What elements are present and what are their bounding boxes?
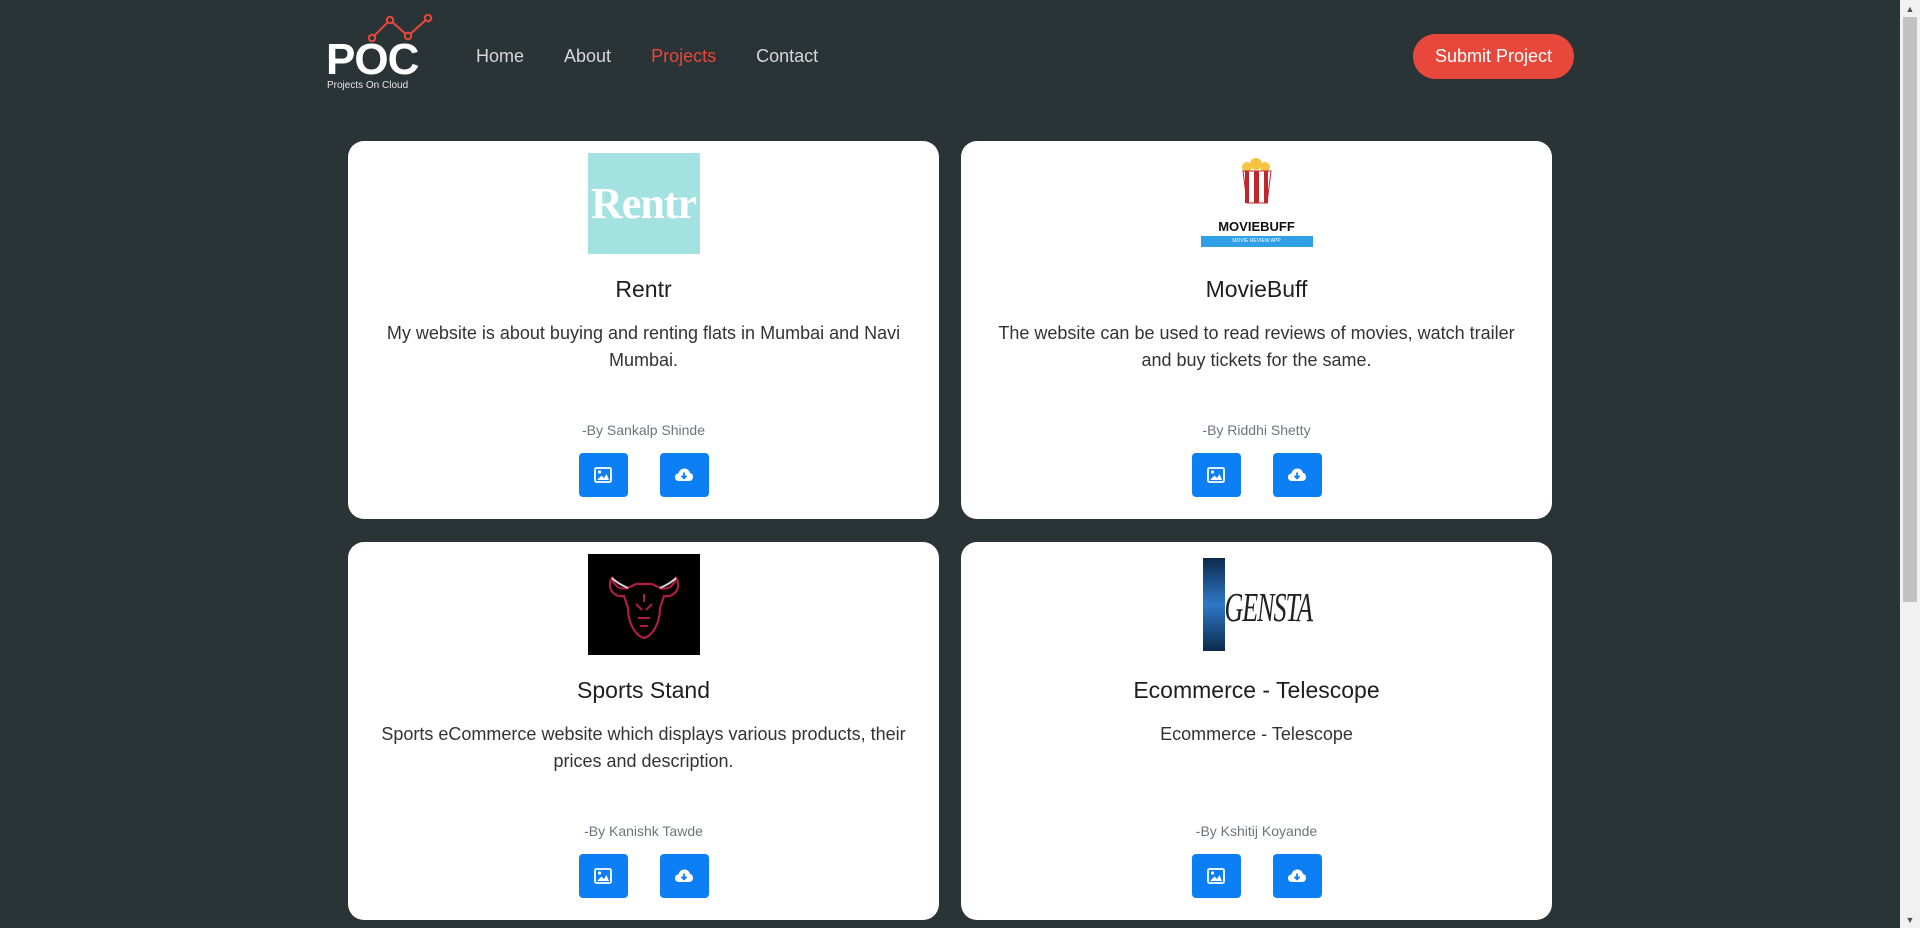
view-images-button[interactable] (578, 854, 628, 898)
image-icon (594, 868, 612, 884)
project-author: -By Kanishk Tawde (584, 823, 703, 839)
project-actions (1191, 453, 1322, 497)
page: POC Projects On Cloud Home About Project… (0, 0, 1900, 928)
project-card-rentr: Rentr Rentr My website is about buying a… (348, 141, 939, 519)
nav-link-home[interactable]: Home (476, 44, 524, 68)
project-actions (578, 453, 709, 497)
thumbnail-text: MOVIEBUFF (1218, 219, 1295, 234)
scroll-up-arrow-icon[interactable]: ▲ (1900, 0, 1920, 17)
project-description: Sports eCommerce website which displays … (381, 724, 906, 771)
brand-logo[interactable]: POC Projects On Cloud (326, 14, 436, 94)
project-author: -By Sankalp Shinde (582, 422, 705, 438)
project-description: The website can be used to read reviews … (998, 323, 1515, 370)
cloud-download-icon (1288, 468, 1306, 481)
nav-links: Home About Projects Contact (476, 44, 858, 68)
download-button[interactable] (1272, 453, 1322, 497)
project-title: Sports Stand (577, 677, 710, 703)
project-card-sports-stand: Sports Stand Sports eCommerce website wh… (348, 542, 939, 920)
cloud-download-icon (675, 869, 693, 882)
nav-link-about[interactable]: About (564, 44, 611, 68)
top-navbar: POC Projects On Cloud Home About Project… (0, 0, 1900, 115)
project-author: -By Riddhi Shetty (1202, 422, 1311, 438)
view-images-button[interactable] (1191, 453, 1241, 497)
scrollbar-thumb[interactable] (1903, 17, 1917, 602)
project-description: Ecommerce - Telescope (1160, 724, 1353, 744)
project-actions (578, 854, 709, 898)
vertical-scrollbar[interactable]: ▲ ▼ (1900, 0, 1920, 928)
thumbnail-text: Rentr (591, 179, 697, 228)
nav-link-contact[interactable]: Contact (756, 44, 818, 68)
project-card-ecommerce-telescope: GENSTAR Ecommerce - Telescope Ecommerce … (961, 542, 1552, 920)
project-title: MovieBuff (1205, 276, 1308, 302)
view-images-button[interactable] (578, 453, 628, 497)
download-button[interactable] (659, 854, 709, 898)
logo-tagline: Projects On Cloud (327, 80, 409, 91)
project-actions (1191, 854, 1322, 898)
bull-logo-icon (608, 575, 679, 640)
project-thumbnail: GENSTAR (1200, 554, 1313, 655)
image-icon (594, 467, 612, 483)
project-card-moviebuff: MOVIEBUFF MOVIE REVIEW APP MovieBuff The… (961, 141, 1552, 519)
scroll-down-arrow-icon[interactable]: ▼ (1900, 911, 1920, 928)
thumbnail-text: GENSTAR (1224, 584, 1313, 631)
project-thumbnail: MOVIEBUFF MOVIE REVIEW APP (1200, 153, 1313, 254)
thumbnail-subtext: MOVIE REVIEW APP (1200, 236, 1313, 247)
cloud-download-icon (675, 468, 693, 481)
submit-project-button[interactable]: Submit Project (1413, 34, 1574, 79)
image-icon (1207, 868, 1225, 884)
project-author: -By Kshitij Koyande (1195, 823, 1318, 839)
project-thumbnail (587, 554, 700, 655)
image-icon (1207, 467, 1225, 483)
nav-link-projects[interactable]: Projects (651, 44, 716, 68)
project-description: My website is about buying and renting f… (386, 323, 901, 370)
logo-text: POC (326, 35, 419, 84)
view-images-button[interactable] (1191, 854, 1241, 898)
project-thumbnail: Rentr (587, 153, 700, 254)
project-title: Rentr (615, 276, 672, 302)
project-title: Ecommerce - Telescope (1133, 677, 1380, 703)
thumbnail-side-graphic (1202, 558, 1225, 651)
download-button[interactable] (1272, 854, 1322, 898)
cloud-download-icon (1288, 869, 1306, 882)
download-button[interactable] (659, 453, 709, 497)
